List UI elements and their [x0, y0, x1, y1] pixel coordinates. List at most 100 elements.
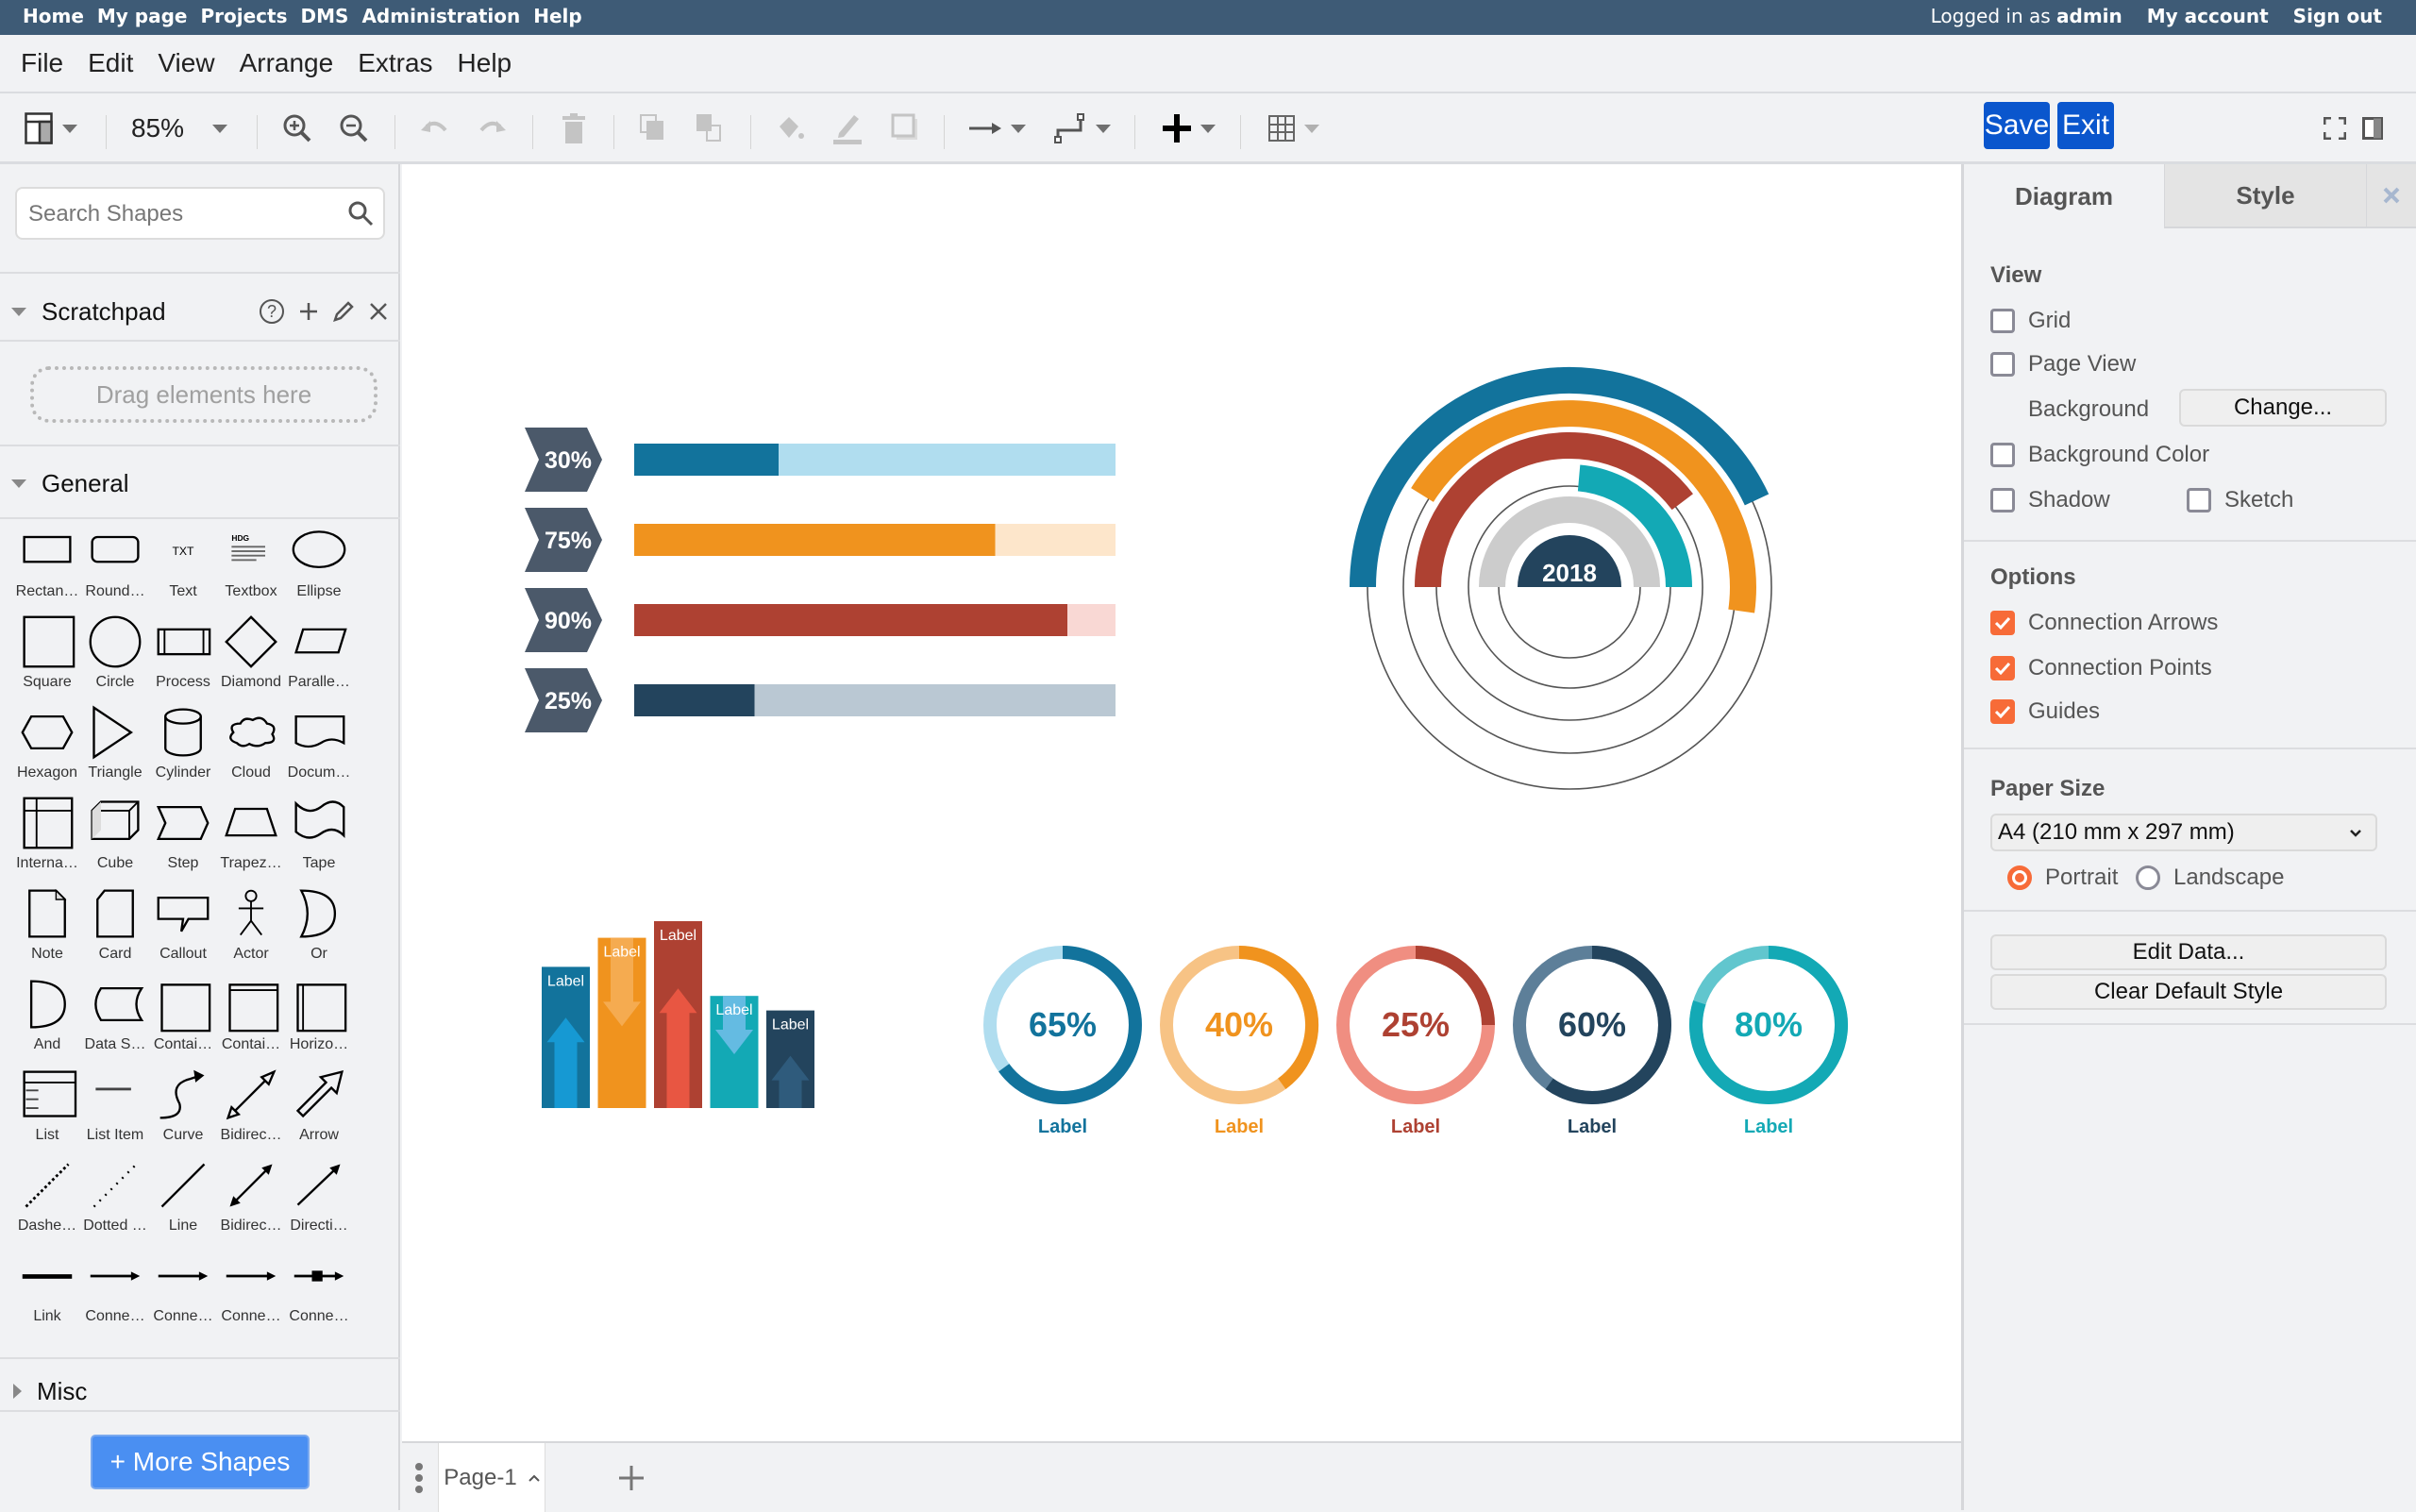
shape-item[interactable]: TXT Text	[149, 523, 217, 613]
sketch-checkbox[interactable]: Sketch	[2187, 487, 2293, 513]
table-button[interactable]	[1261, 94, 1327, 162]
shape-item[interactable]: Trapez…	[217, 795, 285, 885]
zoom-in-button[interactable]	[278, 94, 316, 162]
menu-help[interactable]: Help	[458, 48, 512, 78]
menu-file[interactable]: File	[21, 48, 63, 78]
to-front-button[interactable]	[634, 94, 672, 162]
shape-item[interactable]: Callout	[149, 885, 217, 976]
checkbox-checked[interactable]	[1990, 611, 2015, 635]
edit-icon[interactable]	[332, 300, 355, 323]
sign-out-link[interactable]: Sign out	[2293, 5, 2382, 27]
fill-color-button[interactable]	[772, 94, 810, 162]
nav-link-my-page[interactable]: My page	[97, 5, 188, 27]
exit-button[interactable]: Exit	[2057, 102, 2114, 149]
shape-item[interactable]: Arrow	[285, 1067, 353, 1157]
checkbox[interactable]	[1990, 488, 2015, 512]
shape-item[interactable]: Dotted …	[81, 1157, 149, 1248]
nav-link-administration[interactable]: Administration	[361, 5, 520, 27]
checkbox[interactable]	[2187, 488, 2211, 512]
shape-item[interactable]: Contai…	[149, 976, 217, 1067]
menu-extras[interactable]: Extras	[358, 48, 432, 78]
scratchpad-dropzone[interactable]: Drag elements here	[30, 366, 378, 423]
checkbox[interactable]	[1990, 309, 2015, 333]
guides-checkbox[interactable]: Guides	[1990, 698, 2100, 725]
shadow-checkbox[interactable]: Shadow	[1990, 487, 2110, 513]
change-background-button[interactable]: Change...	[2179, 389, 2387, 427]
shape-item[interactable]: HDG Textbox	[217, 523, 285, 613]
portrait-radio[interactable]: Portrait	[2007, 865, 2118, 891]
waypoints-button[interactable]	[1049, 94, 1116, 162]
shape-item[interactable]: Conne…	[285, 1248, 353, 1338]
shape-item[interactable]: Bidirec…	[217, 1157, 285, 1248]
shape-item[interactable]: List	[13, 1067, 81, 1157]
shape-item[interactable]: Directi…	[285, 1157, 353, 1248]
shape-item[interactable]: Paralle…	[285, 613, 353, 704]
tab-style[interactable]: Style	[2164, 164, 2366, 228]
paper-size-select[interactable]: A4 (210 mm x 297 mm)	[1990, 814, 2377, 851]
shape-item[interactable]: Note	[13, 885, 81, 976]
shape-item[interactable]: Diamond	[217, 613, 285, 704]
shape-item[interactable]: Contai…	[217, 976, 285, 1067]
close-panel-button[interactable]	[2366, 164, 2416, 228]
shape-item[interactable]: Bidirec…	[217, 1067, 285, 1157]
shape-item[interactable]: Interna…	[13, 795, 81, 885]
undo-button[interactable]	[415, 94, 453, 162]
radio[interactable]	[2136, 865, 2160, 890]
page-tab[interactable]: Page-1	[438, 1443, 545, 1512]
shape-item[interactable]: Step	[149, 795, 217, 885]
shape-item[interactable]: Cylinder	[149, 704, 217, 795]
shape-item[interactable]: Hexagon	[13, 704, 81, 795]
pages-menu-icon[interactable]	[413, 1462, 425, 1494]
toggle-panel-button[interactable]	[2356, 94, 2390, 162]
diagram-canvas[interactable]: 30% 75% 90% 25% 2018 Label Label Label Label Labe…	[402, 164, 1961, 1441]
shape-item[interactable]: Tape	[285, 795, 353, 885]
menu-edit[interactable]: Edit	[88, 48, 133, 78]
shape-item[interactable]: Conne…	[81, 1248, 149, 1338]
help-icon[interactable]: ?	[259, 298, 285, 325]
grid-checkbox[interactable]: Grid	[1990, 308, 2071, 334]
menu-view[interactable]: View	[158, 48, 214, 78]
shape-item[interactable]: Cube	[81, 795, 149, 885]
landscape-radio[interactable]: Landscape	[2136, 865, 2284, 891]
more-shapes-button[interactable]: + More Shapes	[91, 1435, 310, 1489]
shape-item[interactable]: Triangle	[81, 704, 149, 795]
edit-data-button[interactable]: Edit Data...	[1990, 934, 2387, 970]
connection-style-button[interactable]	[965, 94, 1031, 162]
fullscreen-button[interactable]	[2318, 94, 2352, 162]
shape-item[interactable]: Link	[13, 1248, 81, 1338]
format-panel-button[interactable]	[17, 94, 85, 162]
chevron-up-icon[interactable]	[528, 1474, 540, 1482]
zoom-dropdown[interactable]: 85%	[123, 94, 236, 162]
shape-item[interactable]: Card	[81, 885, 149, 976]
connection-points-checkbox[interactable]: Connection Points	[1990, 655, 2212, 681]
shape-item[interactable]: Horizo…	[285, 976, 353, 1067]
menu-arrange[interactable]: Arrange	[240, 48, 334, 78]
shape-item[interactable]: Rectan…	[13, 523, 81, 613]
shape-item[interactable]: Dashe…	[13, 1157, 81, 1248]
shape-item[interactable]: Conne…	[217, 1248, 285, 1338]
nav-link-dms[interactable]: DMS	[301, 5, 349, 27]
shape-item[interactable]: Or	[285, 885, 353, 976]
search-shapes-field[interactable]	[15, 187, 385, 240]
shape-item[interactable]: Docum…	[285, 704, 353, 795]
checkbox-checked[interactable]	[1990, 699, 2015, 724]
shape-item[interactable]: Ellipse	[285, 523, 353, 613]
shape-item[interactable]: Circle	[81, 613, 149, 704]
search-icon[interactable]	[347, 200, 374, 227]
shape-item[interactable]: List Item	[81, 1067, 149, 1157]
shape-item[interactable]: Line	[149, 1157, 217, 1248]
add-icon[interactable]	[298, 301, 319, 322]
page-view-checkbox[interactable]: Page View	[1990, 351, 2136, 378]
nav-link-projects[interactable]: Projects	[201, 5, 288, 27]
radio-selected[interactable]	[2007, 865, 2032, 890]
nav-link-home[interactable]: Home	[23, 5, 84, 27]
checkbox[interactable]	[1990, 352, 2015, 377]
background-color-checkbox[interactable]: Background Color	[1990, 442, 2209, 468]
add-page-icon[interactable]	[617, 1464, 646, 1492]
shape-item[interactable]: Conne…	[149, 1248, 217, 1338]
redo-button[interactable]	[474, 94, 512, 162]
shape-item[interactable]: Curve	[149, 1067, 217, 1157]
clear-default-style-button[interactable]: Clear Default Style	[1990, 974, 2387, 1010]
search-input[interactable]	[28, 198, 330, 230]
shape-item[interactable]: Process	[149, 613, 217, 704]
